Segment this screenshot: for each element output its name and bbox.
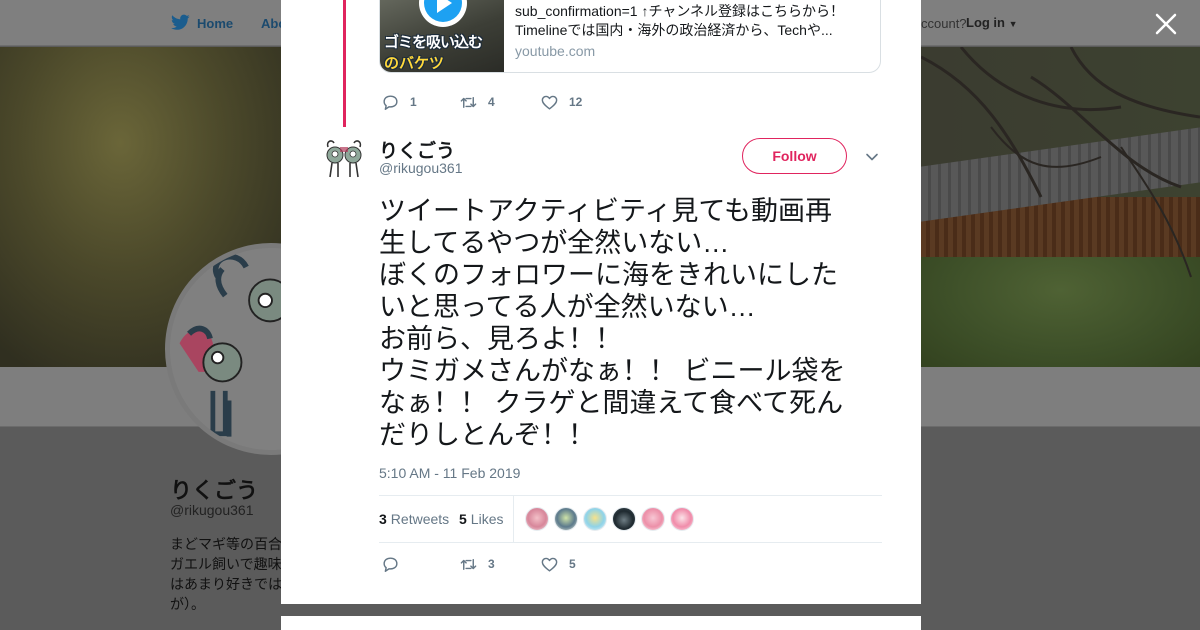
frog-avatar-icon — [320, 135, 368, 183]
chevron-down-icon[interactable] — [864, 149, 880, 165]
tweet-author-handle[interactable]: @rikugou361 — [379, 160, 463, 176]
tweet-text-line: 生してるやつが全然いない… — [379, 228, 730, 258]
tweet-text-line: いと思ってる人が全然いない… — [379, 292, 756, 322]
tweet-author-name[interactable]: りくごう — [379, 136, 455, 163]
retweets-stat-count: 3 — [379, 511, 387, 527]
follow-button[interactable]: Follow — [742, 138, 847, 174]
nav-login-link[interactable]: Log in ▼ — [966, 15, 1018, 30]
profile-name: りくごう — [170, 478, 259, 503]
link-preview-card[interactable]: ゴミを吸い込む のバケツ sub_confirmation=1 ↑チャンネル登録… — [379, 0, 881, 73]
tweet-text-line: お前ら、見ろよ！！ — [379, 324, 622, 354]
retweet-icon — [460, 96, 477, 108]
liker-avatar[interactable] — [554, 507, 578, 531]
tweet-text-line: ツイートアクティビティ見ても動画再 — [379, 196, 833, 226]
likes-stat[interactable]: 5 Likes — [459, 511, 503, 527]
retweet-count: 4 — [488, 95, 495, 109]
stats-divider — [513, 496, 514, 542]
twitter-bird-icon[interactable] — [171, 14, 190, 31]
retweet-button[interactable]: 4 — [459, 93, 540, 112]
bio-line: が）。 — [170, 596, 205, 612]
next-tweet-panel — [281, 616, 921, 630]
bio-line: まどマギ等の百合 — [170, 536, 282, 552]
liker-avatar[interactable] — [670, 507, 694, 531]
liker-avatar[interactable] — [525, 507, 549, 531]
tweet-modal: ゴミを吸い込む のバケツ sub_confirmation=1 ↑チャンネル登録… — [281, 0, 921, 604]
close-icon[interactable] — [1153, 11, 1179, 37]
reply-button[interactable]: 1 — [381, 93, 459, 112]
liker-avatar[interactable] — [641, 507, 665, 531]
like-count: 12 — [569, 95, 583, 109]
tweet-avatar[interactable] — [320, 135, 368, 183]
card-desc-line: Timelineでは国内・海外の政治経済から、Techや... — [515, 22, 833, 38]
card-desc-line: sub_confirmation=1 ↑チャンネル登録はこちらから！ — [515, 3, 845, 19]
likes-stat-label: Likes — [470, 511, 504, 527]
reply-count: 1 — [410, 95, 417, 109]
thread-connector-line — [343, 0, 346, 127]
nav-account-prompt: ccount? — [921, 16, 967, 31]
tweet-text-line: だりしとんぞ！！ — [379, 420, 595, 450]
thumb-caption-1: ゴミを吸い込む — [384, 34, 483, 51]
like-button[interactable]: 5 — [540, 555, 576, 574]
nav-home-link[interactable]: Home — [197, 16, 233, 31]
tweet-stats: 3 Retweets 5 Likes — [379, 495, 882, 543]
likers-avatars — [525, 507, 699, 531]
banner-branches — [921, 47, 1200, 278]
login-label: Log in — [966, 15, 1005, 30]
tweet-timestamp[interactable]: 5:10 AM - 11 Feb 2019 — [379, 465, 520, 481]
play-icon — [419, 0, 467, 27]
retweet-count: 3 — [488, 557, 495, 571]
card-description: sub_confirmation=1 ↑チャンネル登録はこちらから！ Timel… — [515, 2, 870, 40]
heart-icon — [541, 557, 558, 572]
tweet-actions: 3 5 — [381, 554, 576, 574]
tweet-text-line: ウミガメさんがなぁ！！ ビニール袋を — [379, 356, 846, 386]
reply-button[interactable] — [381, 555, 459, 574]
tweet-text: ツイートアクティビティ見ても動画再 生してるやつが全然いない… ぼくのフォロワー… — [379, 195, 874, 451]
like-count: 5 — [569, 557, 576, 571]
heart-icon — [541, 95, 558, 110]
card-domain: youtube.com — [515, 43, 596, 59]
liker-avatar[interactable] — [612, 507, 636, 531]
retweets-stat-label: Retweets — [390, 511, 450, 527]
prev-tweet-actions: 1 4 12 — [381, 92, 582, 112]
reply-icon — [383, 556, 398, 572]
retweet-icon — [460, 558, 477, 570]
likes-stat-count: 5 — [459, 511, 467, 527]
profile-handle: @rikugou361 — [170, 502, 254, 518]
retweets-stat[interactable]: 3 Retweets — [379, 511, 449, 527]
bio-line: はあまり好きでは — [170, 576, 282, 592]
tweet-text-line: ぼくのフォロワーに海をきれいにした — [379, 260, 838, 290]
profile-bio: まどマギ等の百合 ガエル飼いで趣味 はあまり好きでは が）。 — [170, 534, 282, 614]
thumb-caption-2: のバケツ — [384, 55, 445, 72]
bio-line: ガエル飼いで趣味 — [170, 556, 282, 572]
like-button[interactable]: 12 — [540, 93, 582, 112]
retweet-button[interactable]: 3 — [459, 555, 540, 574]
liker-avatar[interactable] — [583, 507, 607, 531]
card-thumbnail: ゴミを吸い込む のバケツ — [380, 0, 504, 72]
tweet-text-line: なぁ！！ クラゲと間違えて食べて死ん — [379, 388, 844, 418]
chevron-down-icon: ▼ — [1008, 19, 1018, 29]
reply-icon — [383, 94, 398, 110]
